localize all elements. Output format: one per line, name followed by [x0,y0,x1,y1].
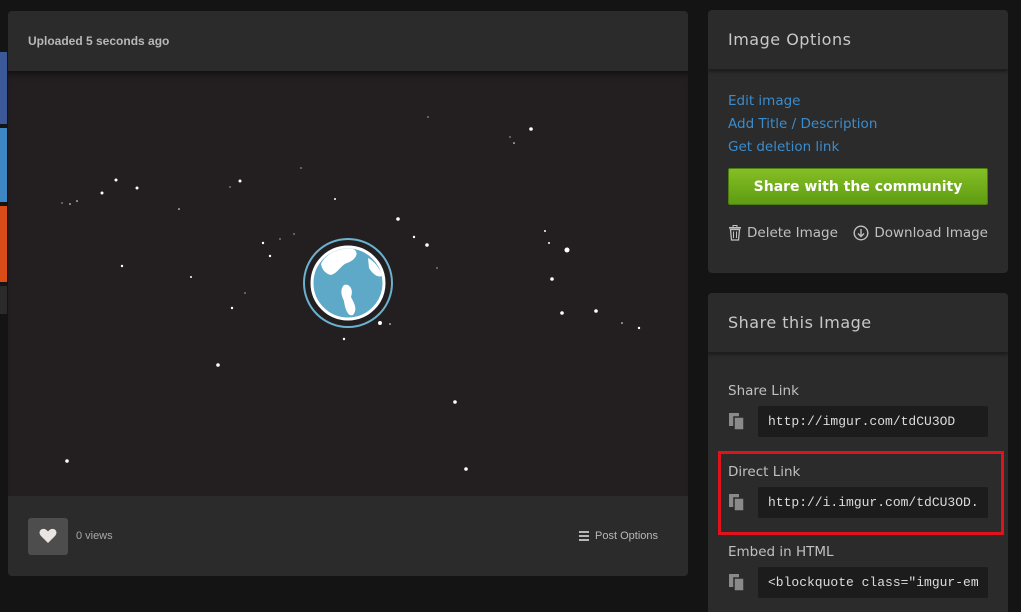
share-with-community-button[interactable]: Share with the community [728,168,988,205]
view-count-number: 0 [76,530,83,542]
like-button[interactable] [28,517,68,555]
globe-icon [303,238,393,328]
menu-icon [579,530,590,542]
image-post-panel: Uploaded 5 seconds ago 0 views Post Opti… [8,11,688,576]
upload-status: Uploaded 5 seconds ago [28,34,170,48]
embed-html-label: Embed in HTML [728,544,834,560]
post-footer: 0 views Post Options [8,496,688,576]
edit-image-link[interactable]: Edit image [728,90,988,113]
image-options-title: Image Options [708,10,1008,70]
direct-link-field[interactable]: http://i.imgur.com/tdCU3OD. [758,487,988,518]
image-option-links: Edit image Add Title / Description Get d… [708,70,1008,159]
download-image-label: Download Image [874,225,988,241]
delete-image-label: Delete Image [747,225,838,241]
facebook-share-tab[interactable] [0,52,7,124]
post-header: Uploaded 5 seconds ago [8,11,688,71]
space-globe-image [61,116,641,471]
share-image-panel: Share this Image Share Link http://imgur… [708,293,1008,612]
share-link-field[interactable]: http://imgur.com/tdCU3OD [758,406,988,437]
image-actions: Delete Image Download Image [728,225,988,241]
heart-icon [39,528,57,543]
download-icon [853,225,869,241]
direct-link-section: Direct Link http://i.imgur.com/tdCU3OD. [708,461,1008,518]
share-link-section: Share Link http://imgur.com/tdCU3OD [708,380,1008,437]
download-image-button[interactable]: Download Image [853,225,988,241]
delete-image-button[interactable]: Delete Image [728,225,838,241]
copy-icon[interactable] [728,407,758,437]
copy-icon[interactable] [728,488,758,518]
view-count: 0 views [76,530,113,542]
view-count-label: views [85,530,113,542]
get-deletion-link[interactable]: Get deletion link [728,136,988,159]
embed-html-section: Embed in HTML <blockquote class="imgur-e… [708,541,1008,598]
reddit-share-tab[interactable] [0,206,7,282]
more-share-tab[interactable] [0,286,7,314]
post-options-button[interactable]: Post Options [579,530,658,542]
share-link-label: Share Link [728,383,799,399]
image-options-panel: Image Options Edit image Add Title / Des… [708,10,1008,273]
direct-link-label: Direct Link [728,464,801,480]
uploaded-image[interactable] [8,71,688,496]
post-options-label: Post Options [595,530,658,542]
trash-icon [729,225,741,241]
copy-icon[interactable] [728,568,758,598]
share-image-title: Share this Image [708,293,1008,353]
add-title-description-link[interactable]: Add Title / Description [728,113,988,136]
embed-html-field[interactable]: <blockquote class="imgur-em [758,567,988,598]
twitter-share-tab[interactable] [0,128,7,202]
